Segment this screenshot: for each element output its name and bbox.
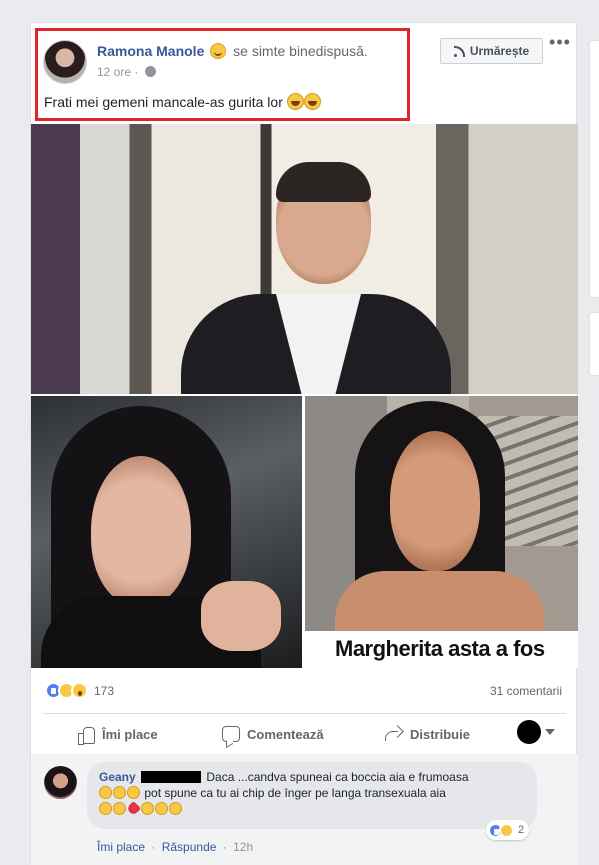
divider [43, 713, 566, 714]
separator: · [151, 840, 156, 854]
photo-figure [201, 581, 281, 651]
comment-time[interactable]: 12h [233, 840, 253, 854]
comment-label: Comentează [247, 726, 324, 742]
photo-figure [276, 162, 371, 202]
comments-count-link[interactable]: 31 comentarii [490, 684, 562, 698]
laugh-emoji-icon [127, 786, 140, 799]
audience-selector[interactable] [517, 720, 555, 744]
wow-reaction-icon [71, 682, 88, 699]
rss-icon [453, 45, 465, 57]
separator: · [222, 840, 227, 854]
follow-button[interactable]: Urmărește [440, 38, 543, 64]
like-button[interactable]: Îmi place [78, 717, 158, 751]
sidebar-panel-edge [589, 312, 599, 376]
like-icon [78, 726, 95, 745]
follow-label: Urmărește [469, 44, 530, 58]
comment-reactions[interactable]: 2 [486, 820, 530, 840]
haha-reaction-icon [499, 822, 514, 838]
highlight-box [35, 28, 410, 121]
avatar [517, 720, 541, 744]
rofl-emoji-icon [113, 802, 126, 815]
post-photo-left[interactable] [31, 396, 302, 668]
photo-caption: Margherita asta a fos [335, 636, 545, 661]
kiss-emoji-icon [155, 802, 168, 815]
reactions-count: 173 [94, 683, 115, 698]
reaction-summary[interactable]: 173 [45, 682, 114, 699]
comment-reaction-count: 2 [518, 824, 525, 836]
kiss-emoji-icon [141, 802, 154, 815]
commenter-avatar[interactable] [44, 766, 77, 799]
heart-emoji-icon [126, 801, 141, 816]
action-bar: Îmi place Comentează Distribuie [31, 717, 578, 751]
photo-caption-band: Margherita asta a fos [305, 631, 578, 668]
post-photo-right[interactable]: Margherita asta a fos [305, 396, 578, 668]
laugh-emoji-icon [99, 786, 112, 799]
share-label: Distribuie [410, 726, 470, 742]
comment-bubble: Geany Daca ...candva spuneai ca boccia a… [87, 762, 537, 829]
comment-like-link[interactable]: Îmi place [97, 840, 145, 854]
like-label: Îmi place [102, 726, 158, 742]
rofl-emoji-icon [99, 802, 112, 815]
comment-text-1: Daca ...candva spuneai ca boccia aia e f… [206, 770, 469, 784]
photo-figure [390, 431, 480, 571]
comment-actions: Îmi place · Răspunde · 12h [97, 840, 253, 854]
share-icon [385, 726, 403, 742]
post-card: Ramona Manole se simte binedispusă. 12 o… [30, 22, 578, 865]
comment-icon [222, 726, 240, 742]
comment-text-2: pot spune ca tu ai chip de înger pe lang… [144, 786, 446, 800]
share-button[interactable]: Distribuie [385, 717, 470, 751]
redaction-bar [141, 771, 202, 783]
post-photo-main[interactable] [31, 124, 578, 394]
photo-figure [91, 456, 191, 606]
sidebar-panel-edge [589, 40, 599, 298]
comment-button[interactable]: Comentează [222, 717, 324, 751]
comment-reply-link[interactable]: Răspunde [162, 840, 217, 854]
laugh-emoji-icon [113, 786, 126, 799]
caret-down-icon [545, 729, 555, 735]
kiss-emoji-icon [169, 802, 182, 815]
comment-author[interactable]: Geany [99, 770, 136, 784]
more-icon[interactable]: ••• [549, 33, 571, 53]
